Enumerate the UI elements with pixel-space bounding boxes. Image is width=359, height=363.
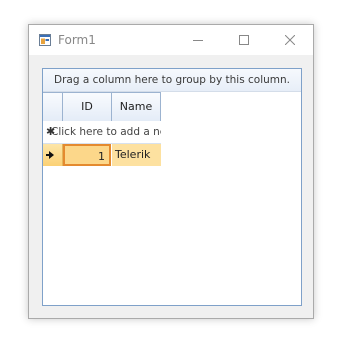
minimize-icon	[193, 40, 203, 41]
column-header-id[interactable]: ID	[63, 92, 112, 122]
close-button[interactable]	[267, 25, 313, 55]
new-row[interactable]: Click here to add a new row ✱	[43, 121, 161, 144]
maximize-button[interactable]	[221, 25, 267, 55]
form-window: Form1 Drag a column here to group by thi…	[28, 24, 314, 319]
current-row-arrow-icon	[49, 151, 54, 159]
minimize-button[interactable]	[175, 25, 221, 55]
window-title: Form1	[58, 33, 96, 47]
group-panel[interactable]: Drag a column here to group by this colu…	[43, 69, 301, 92]
close-icon	[285, 35, 295, 45]
header-indicator-cell[interactable]	[43, 92, 63, 122]
asterisk-icon: ✱	[46, 125, 56, 138]
cell-name[interactable]: Telerik	[112, 144, 161, 166]
row-indicator[interactable]	[43, 144, 63, 166]
cell-id[interactable]: 1	[63, 144, 111, 166]
column-header-name[interactable]: Name	[112, 92, 161, 122]
data-grid[interactable]: Drag a column here to group by this colu…	[42, 68, 302, 306]
form-app-icon[interactable]	[39, 34, 51, 46]
title-bar[interactable]: Form1	[29, 25, 313, 55]
new-row-label: Click here to add a new row	[51, 126, 161, 138]
maximize-icon	[239, 35, 249, 45]
